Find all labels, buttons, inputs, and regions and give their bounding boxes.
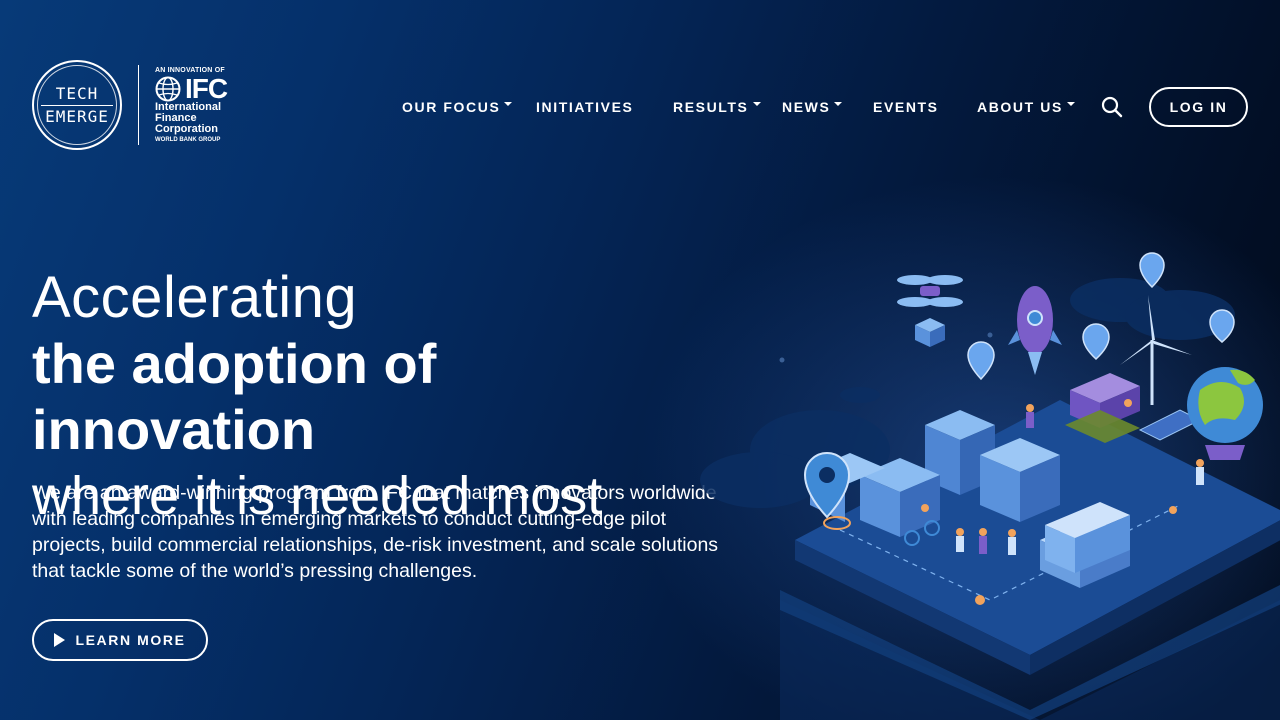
drone bbox=[897, 275, 963, 347]
learn-more-button[interactable]: LEARN MORE bbox=[32, 619, 208, 661]
ifc-letters: IFC bbox=[185, 73, 228, 104]
nav-label: OUR FOCUS bbox=[402, 99, 501, 115]
play-icon bbox=[54, 633, 66, 647]
hero-line-1: Accelerating bbox=[32, 265, 358, 330]
nav-label: INITIATIVES bbox=[536, 99, 634, 115]
nav-label: NEWS bbox=[782, 99, 831, 115]
nav-item-results[interactable]: RESULTS bbox=[673, 87, 761, 127]
caret-down-icon bbox=[1066, 102, 1075, 106]
ifc-group: WORLD BANK GROUP bbox=[155, 137, 221, 143]
login-label: LOG IN bbox=[1169, 99, 1228, 115]
logo-tech-text: TECH bbox=[55, 83, 99, 103]
isometric-city-illustration bbox=[700, 252, 1280, 720]
learn-more-label: LEARN MORE bbox=[75, 632, 186, 648]
ifc-logo: AN INNOVATION OF IFC International Finan… bbox=[155, 67, 228, 143]
techemerge-logo: TECH EMERGE bbox=[32, 60, 122, 150]
logo-divider-line bbox=[41, 104, 113, 106]
hero-description: We are an award-winning program from IFC… bbox=[32, 482, 719, 582]
ifc-name-3: Corporation bbox=[155, 123, 218, 135]
nav-label: RESULTS bbox=[673, 99, 749, 115]
logo-separator bbox=[138, 65, 139, 145]
caret-down-icon bbox=[752, 102, 761, 106]
search-icon[interactable] bbox=[1100, 95, 1124, 119]
nav-label: EVENTS bbox=[873, 99, 939, 115]
caret-down-icon bbox=[834, 102, 843, 106]
nav-item-news[interactable]: NEWS bbox=[782, 87, 843, 127]
login-button[interactable]: LOG IN bbox=[1149, 87, 1248, 127]
nav-item-our-focus[interactable]: OUR FOCUS bbox=[402, 87, 513, 127]
hero-line-2: the adoption of innovation bbox=[32, 332, 437, 461]
site-logo[interactable]: TECH EMERGE AN INNOVATION OF IFC Interna… bbox=[32, 60, 228, 150]
nav-item-events[interactable]: EVENTS bbox=[873, 87, 939, 127]
logo-emerge-text: EMERGE bbox=[45, 106, 109, 126]
caret-down-icon bbox=[504, 102, 513, 106]
nav-label: ABOUT US bbox=[977, 99, 1063, 115]
globe-icon bbox=[155, 76, 181, 102]
nav-item-about-us[interactable]: ABOUT US bbox=[977, 87, 1075, 127]
nav-item-initiatives[interactable]: INITIATIVES bbox=[536, 87, 633, 127]
